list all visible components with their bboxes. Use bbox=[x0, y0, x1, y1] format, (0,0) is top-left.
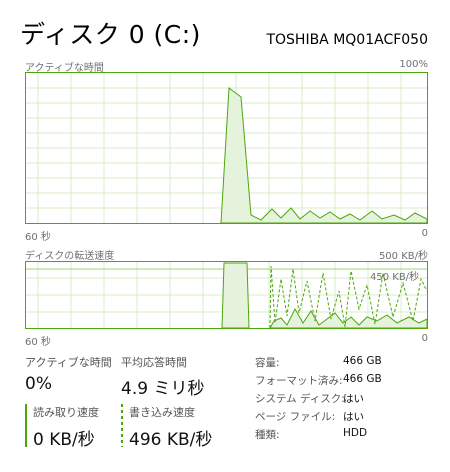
property-label: 容量: bbox=[255, 357, 280, 369]
disk-properties: 容量: 466 GB フォーマット済み: 466 GB システム ディスク: は… bbox=[255, 355, 435, 445]
transfer-rate-450-marker-label: 450 KB/秒 bbox=[370, 270, 419, 283]
property-label: システム ディスク: bbox=[255, 393, 345, 405]
read-speed-value: 0 KB/秒 bbox=[33, 430, 95, 450]
avg-response-value: 4.9 ミリ秒 bbox=[121, 379, 205, 399]
property-value: HDD bbox=[343, 427, 368, 439]
property-value: 466 GB bbox=[343, 373, 382, 385]
property-value: はい bbox=[343, 411, 364, 423]
active-time-chart-duration: 60 秒 bbox=[25, 232, 51, 243]
transfer-rate-chart: 450 KB/秒 bbox=[25, 261, 428, 329]
property-row-capacity: 容量: 466 GB bbox=[255, 355, 435, 373]
property-row-formatted: フォーマット済み: 466 GB bbox=[255, 373, 435, 391]
transfer-rate-chart-duration: 60 秒 bbox=[25, 337, 51, 348]
active-time-chart bbox=[25, 72, 428, 224]
property-value: 466 GB bbox=[343, 355, 382, 367]
transfer-rate-chart-max-label: 500 KB/秒 bbox=[378, 251, 428, 262]
property-label: フォーマット済み: bbox=[255, 375, 343, 387]
write-speed-indicator bbox=[121, 404, 123, 447]
property-row-system-disk: システム ディスク: はい bbox=[255, 391, 435, 409]
read-speed-label: 読み取り速度 bbox=[33, 406, 99, 419]
property-value: はい bbox=[343, 393, 364, 405]
active-time-value: 0% bbox=[25, 374, 52, 394]
property-row-type: 種類: HDD bbox=[255, 427, 435, 445]
transfer-rate-chart-label: ディスクの転送速度 bbox=[25, 251, 115, 262]
active-time-chart-min: 0 bbox=[421, 228, 428, 239]
active-time-chart-max-label: 100% bbox=[399, 59, 428, 70]
page-title: ディスク 0 (C:) bbox=[20, 20, 201, 49]
transfer-rate-chart-min: 0 bbox=[421, 333, 428, 344]
property-label: 種類: bbox=[255, 429, 280, 441]
active-time-label: アクティブな時間 bbox=[25, 356, 112, 369]
avg-response-label: 平均応答時間 bbox=[121, 356, 187, 369]
property-row-page-file: ページ ファイル: はい bbox=[255, 409, 435, 427]
property-label: ページ ファイル: bbox=[255, 411, 336, 423]
write-speed-value: 496 KB/秒 bbox=[129, 430, 213, 450]
read-speed-indicator bbox=[25, 404, 27, 447]
transfer-rate-read-spike bbox=[221, 262, 250, 329]
disk-model: TOSHIBA MQ01ACF050 bbox=[266, 32, 428, 48]
write-speed-label: 書き込み速度 bbox=[129, 406, 195, 419]
